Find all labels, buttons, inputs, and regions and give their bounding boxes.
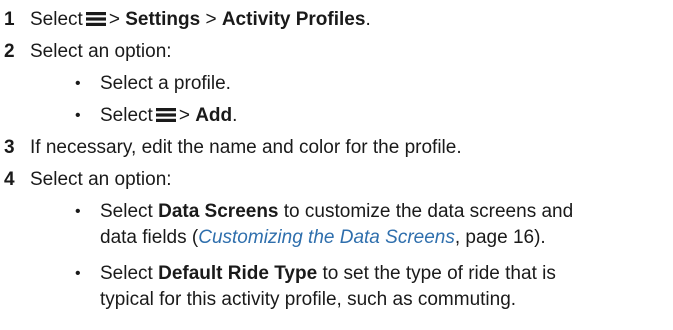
bullet-data-screens-line2: data fields (Customizing the Data Screen… — [100, 226, 546, 250]
add-label: Add — [195, 105, 233, 126]
menu-icon — [85, 12, 106, 26]
bullet-text: to customize the data screens and — [283, 201, 574, 222]
bullet-data-screens-line1: Select Data Screens to customize the dat… — [100, 200, 573, 224]
step-2-text: Select an option: — [30, 41, 172, 62]
data-screens-label: Data Screens — [158, 201, 279, 222]
separator: > — [205, 9, 217, 30]
step-number: 4 — [4, 169, 15, 190]
step-number: 2 — [4, 41, 15, 62]
step-4-text: Select an option: — [30, 169, 172, 190]
bullet-default-ride-line1: Select Default Ride Type to set the type… — [100, 262, 556, 286]
select-word: Select — [100, 263, 153, 284]
bullet-default-ride-line2: typical for this activity profile, such … — [100, 289, 517, 310]
step-3-text: If necessary, edit the name and color fo… — [30, 137, 462, 158]
settings-label: Settings — [125, 9, 201, 30]
separator: > — [178, 105, 190, 126]
select-word: Select — [100, 105, 153, 126]
activity-profiles-label: Activity Profiles — [221, 9, 366, 30]
period: . — [365, 9, 371, 30]
default-ride-type-label: Default Ride Type — [158, 263, 318, 284]
select-word: Select — [30, 9, 83, 30]
bullet: • — [75, 265, 81, 282]
bullet-text: , page 16). — [454, 227, 546, 248]
bullet-text: data fields ( — [100, 227, 199, 248]
step-1-text: Select > Settings > Activity Profiles. — [30, 8, 371, 32]
bullet-text: to set the type of ride that is — [322, 263, 556, 284]
bullet-select-profile: Select a profile. — [100, 73, 231, 94]
step-number: 1 — [4, 9, 15, 30]
bullet: • — [75, 75, 81, 92]
step-number: 3 — [4, 137, 15, 158]
select-word: Select — [100, 201, 153, 222]
customizing-data-screens-link[interactable]: Customizing the Data Screens — [198, 227, 455, 248]
bullet: • — [75, 107, 81, 124]
document-page: 1 Select > Settings > Activity Profiles. … — [0, 0, 673, 330]
separator: > — [108, 9, 120, 30]
period: . — [232, 105, 238, 126]
bullet: • — [75, 203, 81, 220]
bullet-select-add: Select > Add. — [100, 104, 237, 128]
menu-icon — [155, 108, 176, 122]
